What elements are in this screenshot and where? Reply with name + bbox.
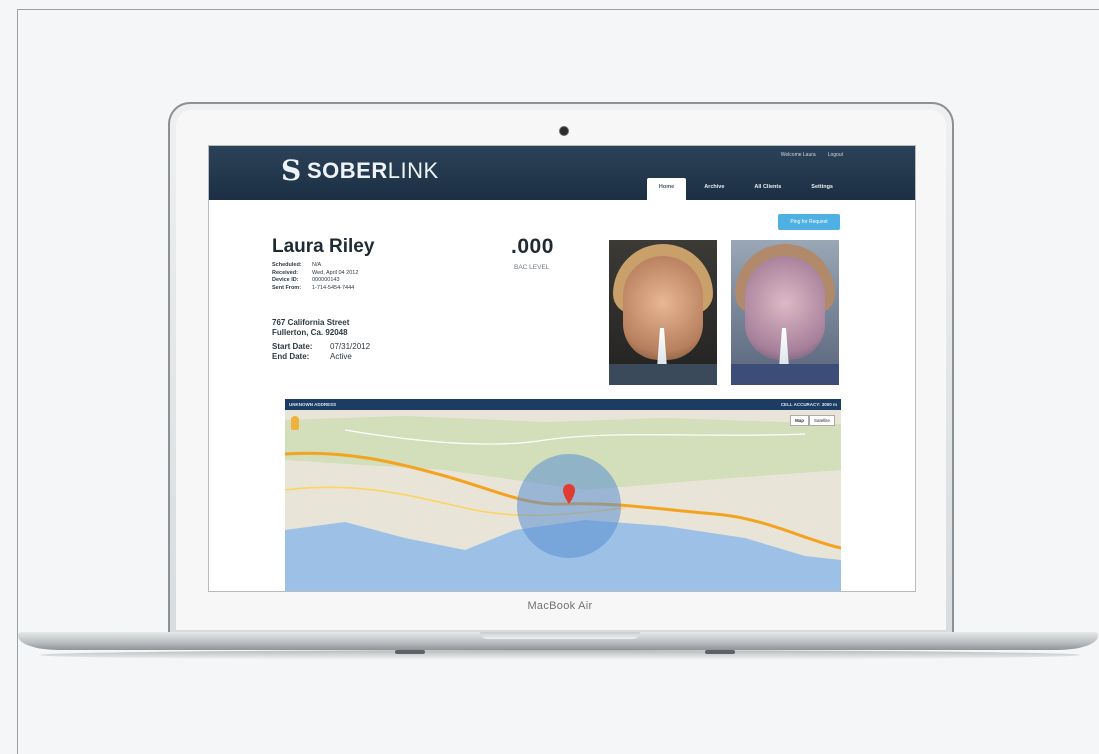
detail-row: Device ID: 000000143 <box>272 277 358 285</box>
bac-label: BAC LEVEL <box>514 264 550 271</box>
detail-key: Scheduled: <box>272 262 302 268</box>
map-view-button[interactable]: Map <box>789 415 809 426</box>
logo-text-bold: SOBER <box>307 158 388 183</box>
tab-home[interactable]: Home <box>646 178 687 200</box>
logo-text: SOBERLINK <box>307 158 439 184</box>
detail-key: Received: <box>272 269 298 276</box>
ping-request-button[interactable]: Ping for Request <box>778 214 840 230</box>
date-key: End Date: <box>272 352 310 361</box>
laptop-screen: S SOBERLINK Welcome Laura Logout Home Ar… <box>208 145 916 592</box>
reference-photo[interactable] <box>731 240 839 385</box>
date-value: 07/31/2012 <box>330 342 371 351</box>
detail-row: Scheduled: N/A <box>272 262 358 270</box>
bac-value: .000 <box>511 235 554 258</box>
address-line-1: 767 California Street <box>272 318 350 327</box>
date-value: Active <box>330 352 352 361</box>
date-key: Start Date: <box>272 342 313 351</box>
welcome-link[interactable]: Welcome Laura <box>781 152 816 158</box>
location-map[interactable]: Map Satellite <box>285 410 841 591</box>
client-address: 767 California Street Fullerton, Ca. 920… <box>272 318 349 338</box>
tab-all-clients[interactable]: All Clients <box>742 178 793 200</box>
frame-border-top <box>17 9 1099 10</box>
test-photo[interactable] <box>609 240 717 385</box>
detail-value: 000000143 <box>312 277 340 284</box>
date-row: Start Date: 07/31/2012 <box>272 342 370 352</box>
main-tabs: Home Archive All Clients Settings <box>646 178 845 200</box>
satellite-view-button[interactable]: Satellite <box>808 415 835 426</box>
photo-shirt <box>609 364 717 385</box>
account-links: Welcome Laura Logout <box>781 152 843 158</box>
app-header: S SOBERLINK Welcome Laura Logout Home Ar… <box>209 146 915 200</box>
tab-archive[interactable]: Archive <box>692 178 736 200</box>
map-canvas <box>285 410 841 591</box>
map-type-toggle: Map Satellite <box>789 415 835 426</box>
detail-row: Sent From: 1-714-5454-7444 <box>272 285 358 293</box>
detail-key: Device ID: <box>272 277 299 284</box>
device-label: MacBook Air <box>527 600 593 612</box>
client-details: Scheduled: N/A Received: Wed, April 04 201… <box>272 262 358 292</box>
map-header: UNKNOWN ADDRESS CELL ACCURACY: 3000 m <box>285 399 841 410</box>
photo-shirt <box>731 364 839 385</box>
address-line-2: Fullerton, Ca. 92048 <box>272 328 348 337</box>
tab-settings[interactable]: Settings <box>799 178 845 200</box>
camera-icon <box>559 126 569 136</box>
frame-border-left <box>17 9 18 754</box>
cell-accuracy-label: CELL ACCURACY: 3000 m <box>780 402 837 407</box>
soberlink-logo[interactable]: S SOBERLINK <box>281 156 439 186</box>
client-name: Laura Riley <box>272 236 375 257</box>
logo-mark-icon: S <box>281 154 302 187</box>
program-dates: Start Date: 07/31/2012 End Date: Active <box>272 342 370 362</box>
detail-value: 1-714-5454-7444 <box>312 284 355 291</box>
laptop-notch <box>480 632 640 639</box>
laptop-shadow <box>40 650 1080 660</box>
detail-key: Sent From: <box>272 284 302 291</box>
logout-link[interactable]: Logout <box>828 152 843 158</box>
logo-text-light: LINK <box>387 158 439 183</box>
detail-value: N/A <box>312 262 322 268</box>
detail-value: Wed, April 04 2012 <box>312 269 359 276</box>
pegman-icon[interactable] <box>291 416 299 430</box>
map-address-label: UNKNOWN ADDRESS <box>289 402 337 407</box>
laptop-foot <box>705 650 735 654</box>
detail-row: Received: Wed, April 04 2012 <box>272 270 358 278</box>
laptop-foot <box>395 650 425 654</box>
accuracy-radius <box>517 454 621 558</box>
date-row: End Date: Active <box>272 352 370 362</box>
